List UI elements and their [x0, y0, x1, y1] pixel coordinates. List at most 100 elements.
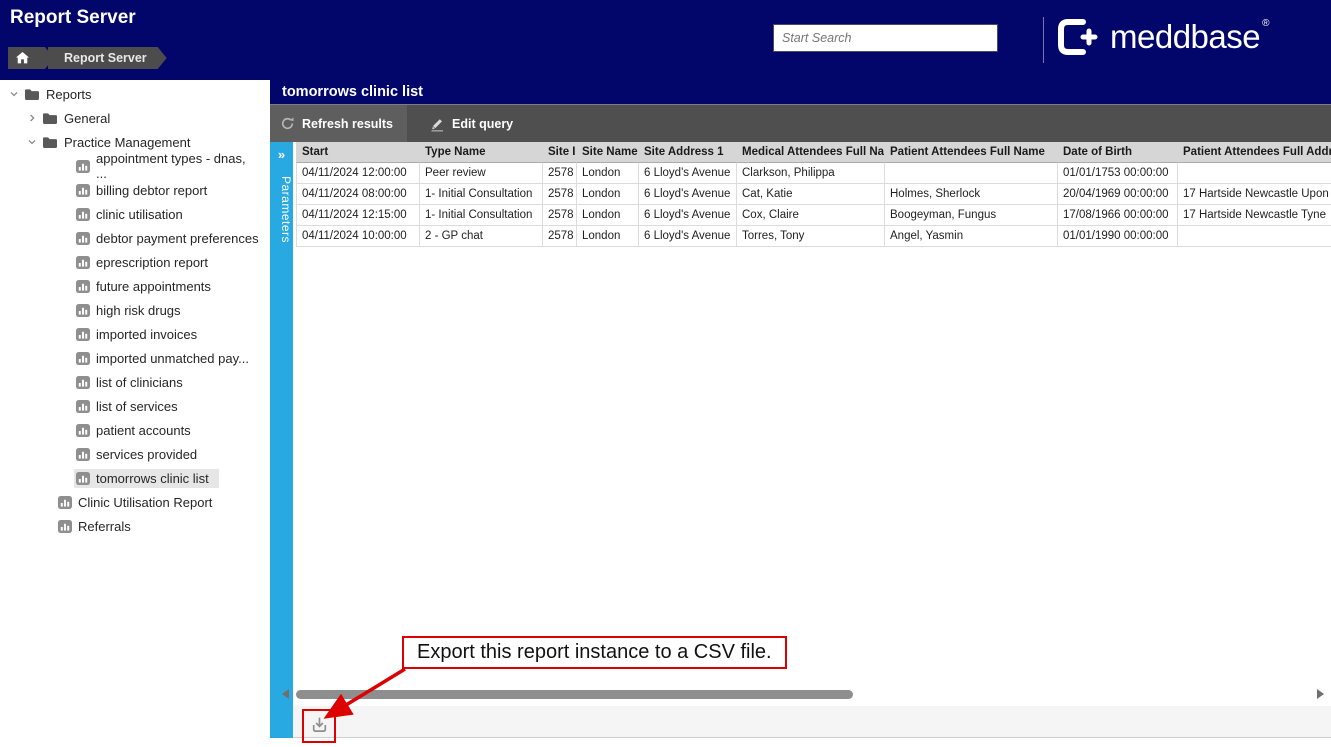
tree-item[interactable]: patient accounts	[0, 418, 270, 442]
table-row: 04/11/2024 10:00:002 - GP chat2578London…	[296, 226, 1331, 247]
breadcrumb-item-report-server[interactable]: Report Server	[48, 47, 167, 69]
tree-item[interactable]: services provided	[0, 442, 270, 466]
column-header: Patient Attendees Full Name	[885, 142, 1058, 163]
breadcrumb-home[interactable]	[8, 47, 54, 69]
table-cell	[1178, 163, 1331, 184]
tree-item-label: tomorrows clinic list	[96, 471, 209, 486]
refresh-results-button[interactable]: Refresh results	[270, 105, 407, 142]
meddbase-bracket-plus-icon	[1056, 18, 1098, 56]
table-cell: Angel, Yasmin	[885, 226, 1058, 247]
tree-item-label: eprescription report	[96, 255, 208, 270]
table-cell: 04/11/2024 12:00:00	[296, 163, 420, 184]
chevron-double-right-icon[interactable]: »	[270, 142, 293, 162]
table-cell: 2578	[543, 205, 577, 226]
app-header: Report Server Report Server meddbase ®	[0, 0, 1331, 80]
report-title: tomorrows clinic list	[270, 80, 1331, 104]
table-cell: Cox, Claire	[737, 205, 885, 226]
search-input[interactable]	[773, 24, 998, 52]
tree-item[interactable]: debtor payment preferences	[0, 226, 270, 250]
tree-item[interactable]: appointment types - dnas, ...	[0, 154, 270, 178]
table-cell: 04/11/2024 10:00:00	[296, 226, 420, 247]
scroll-left-arrow-icon[interactable]	[282, 689, 289, 699]
table-cell: 6 Lloyd's Avenue	[639, 205, 737, 226]
tree-item[interactable]: Reports	[0, 82, 270, 106]
report-tree: Reports General Practice Management appoint…	[0, 82, 270, 538]
table-cell: 17/08/1966 00:00:00	[1058, 205, 1178, 226]
tree-item-label: list of services	[96, 399, 178, 414]
annotation-callout: Export this report instance to a CSV fil…	[402, 636, 787, 669]
table-header-row: StartType NameSite IdSite NameSite Addre…	[296, 142, 1331, 163]
edit-pencil-icon	[429, 116, 445, 132]
tree-item-label: Practice Management	[64, 135, 190, 150]
table-cell: London	[577, 184, 639, 205]
column-header: Medical Attendees Full Name	[737, 142, 885, 163]
tree-item[interactable]: list of services	[0, 394, 270, 418]
table-cell	[885, 163, 1058, 184]
tree-item-label: future appointments	[96, 279, 211, 294]
column-header: Patient Attendees Full Addre	[1178, 142, 1331, 163]
tree-item[interactable]: Referrals	[0, 514, 270, 538]
report-bar-chart-icon	[76, 424, 90, 437]
table-cell	[1178, 226, 1331, 247]
report-bar-chart-icon	[76, 304, 90, 317]
report-bar-chart-icon	[76, 280, 90, 293]
chevron-right-icon[interactable]	[24, 113, 40, 123]
tree-item[interactable]: Clinic Utilisation Report	[0, 490, 270, 514]
parameters-panel-collapsed[interactable]: » Parameters	[270, 142, 293, 738]
table-cell: 6 Lloyd's Avenue	[639, 226, 737, 247]
table-cell: 17 Hartside Newcastle Upon	[1178, 184, 1331, 205]
tree-item-label: billing debtor report	[96, 183, 207, 198]
table-row: 04/11/2024 08:00:001- Initial Consultati…	[296, 184, 1331, 205]
report-bar-chart-icon	[76, 352, 90, 365]
tree-item[interactable]: General	[0, 106, 270, 130]
table-cell: London	[577, 226, 639, 247]
tree-item[interactable]: future appointments	[0, 274, 270, 298]
report-bar-chart-icon	[76, 328, 90, 341]
header-divider	[1043, 17, 1044, 63]
home-icon	[16, 52, 29, 64]
chevron-down-icon[interactable]	[24, 137, 40, 147]
tree-item[interactable]: eprescription report	[0, 250, 270, 274]
table-cell: 01/01/1753 00:00:00	[1058, 163, 1178, 184]
folder-icon	[42, 112, 58, 125]
tree-item-label: clinic utilisation	[96, 207, 183, 222]
refresh-icon	[280, 116, 295, 131]
report-bar-chart-icon	[76, 160, 90, 173]
report-bar-chart-icon	[76, 472, 90, 485]
folder-icon	[42, 136, 58, 149]
table-cell: Cat, Katie	[737, 184, 885, 205]
tree-item-label: debtor payment preferences	[96, 231, 259, 246]
tree-item-label: services provided	[96, 447, 197, 462]
tree-item[interactable]: clinic utilisation	[0, 202, 270, 226]
report-bar-chart-icon	[76, 376, 90, 389]
table-row: 04/11/2024 12:15:001- Initial Consultati…	[296, 205, 1331, 226]
column-header: Site Id	[543, 142, 577, 163]
report-bar-chart-icon	[76, 208, 90, 221]
tree-item-label: Reports	[46, 87, 92, 102]
tree-item[interactable]: high risk drugs	[0, 298, 270, 322]
table-cell: 6 Lloyd's Avenue	[639, 163, 737, 184]
chevron-down-icon[interactable]	[6, 89, 22, 99]
report-server-window: Report Server Report Server meddbase ®	[0, 0, 1331, 747]
table-cell: 17 Hartside Newcastle Tyne	[1178, 205, 1331, 226]
table-cell: Torres, Tony	[737, 226, 885, 247]
horizontal-scrollbar-thumb[interactable]	[296, 690, 853, 699]
tree-item[interactable]: list of clinicians	[0, 370, 270, 394]
tree-item[interactable]: tomorrows clinic list	[0, 466, 270, 490]
edit-query-button[interactable]: Edit query	[417, 105, 525, 142]
refresh-results-label: Refresh results	[302, 117, 393, 131]
parameters-panel-label: Parameters	[270, 172, 293, 243]
tree-item[interactable]: imported invoices	[0, 322, 270, 346]
table-cell: 2578	[543, 184, 577, 205]
table-cell: 2578	[543, 163, 577, 184]
report-bar-chart-icon	[76, 232, 90, 245]
tree-item[interactable]: imported unmatched pay...	[0, 346, 270, 370]
tree-item-label: high risk drugs	[96, 303, 181, 318]
report-bar-chart-icon	[76, 448, 90, 461]
table-cell: London	[577, 163, 639, 184]
scroll-right-arrow-icon[interactable]	[1317, 689, 1324, 699]
table-cell: 01/01/1990 00:00:00	[1058, 226, 1178, 247]
report-bar-chart-icon	[58, 496, 72, 509]
export-csv-button[interactable]	[308, 713, 330, 735]
column-header: Date of Birth	[1058, 142, 1178, 163]
